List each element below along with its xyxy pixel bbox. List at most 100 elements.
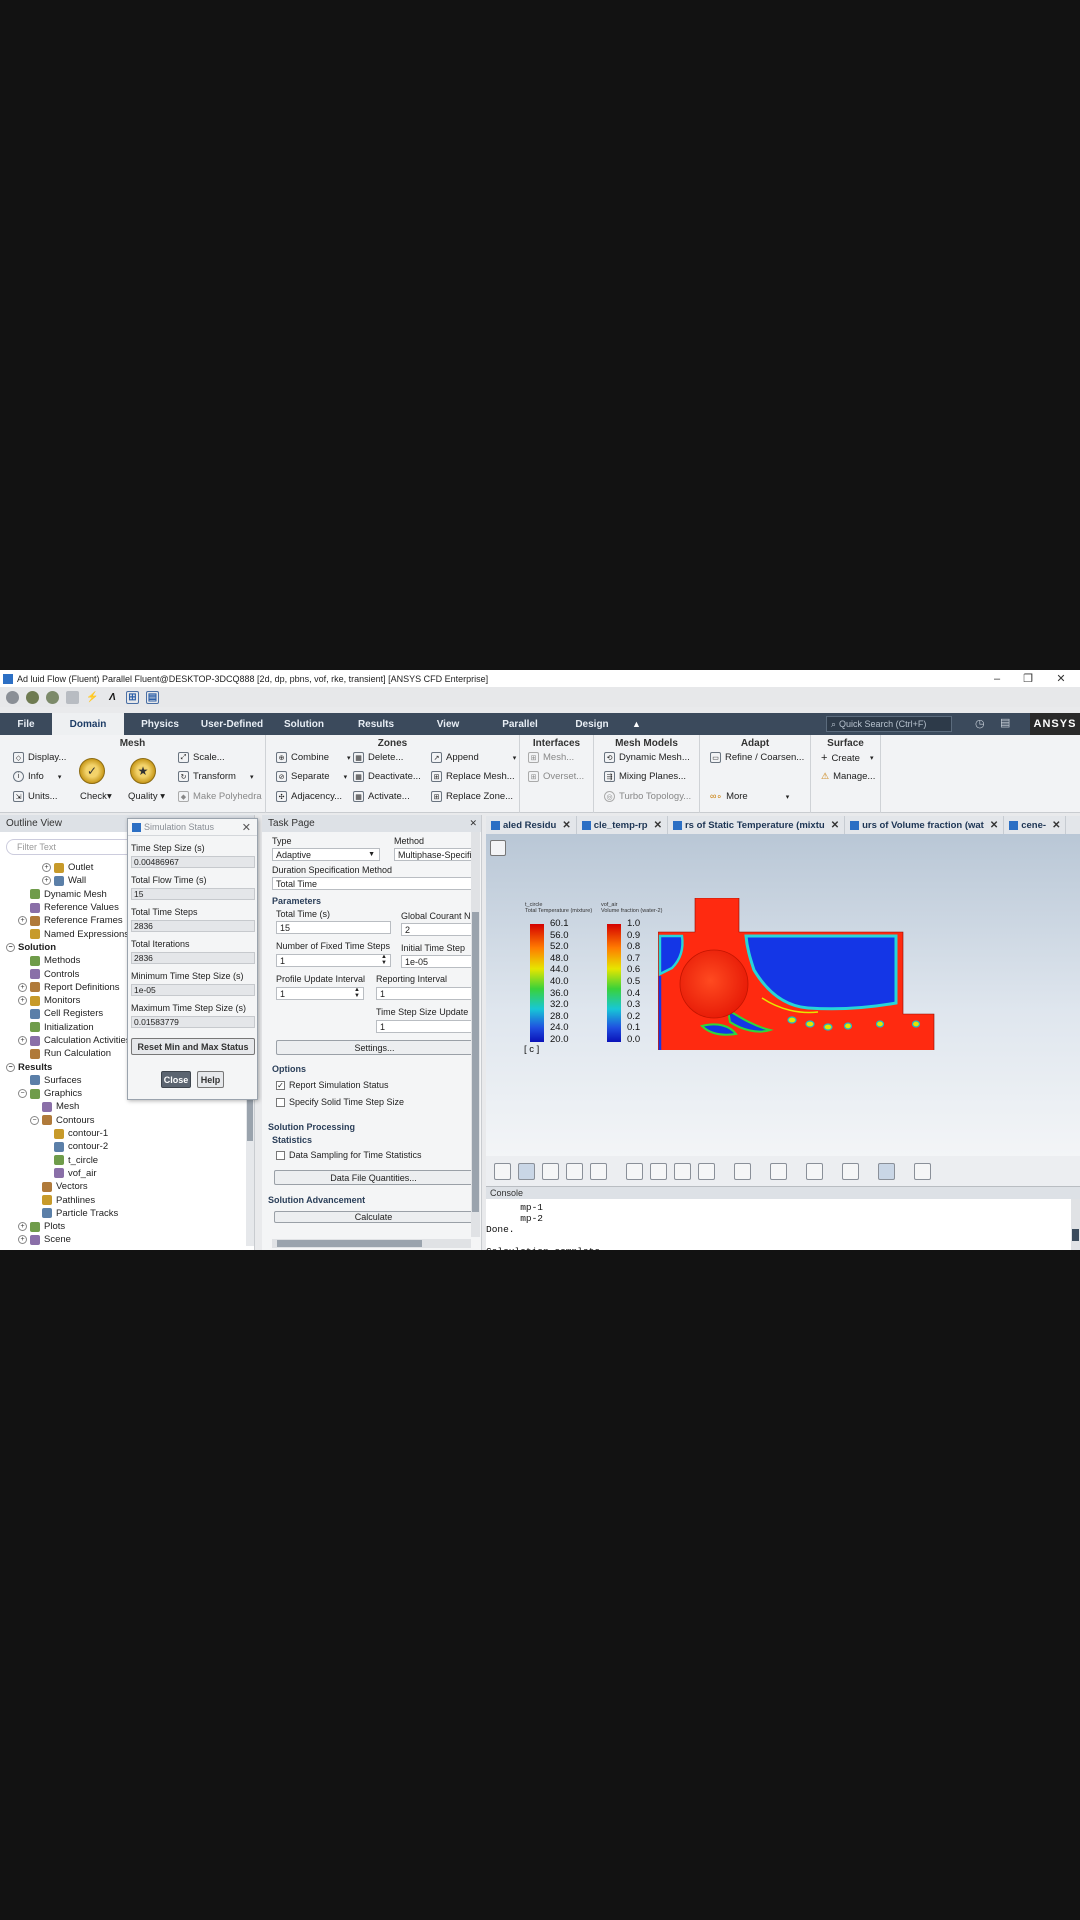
tree-item[interactable]: Pathlines xyxy=(0,1193,245,1206)
close-tab-icon[interactable]: ✕ xyxy=(831,820,839,831)
dynamic-mesh-button[interactable]: ⟲ Dynamic Mesh... xyxy=(604,752,690,763)
quality-button[interactable]: Quality ▾ xyxy=(128,791,165,802)
tab-domain[interactable]: Domain xyxy=(52,713,124,735)
expand-icon[interactable]: + xyxy=(18,1036,27,1045)
quick-search-input[interactable]: ⌕ Quick Search (Ctrl+F) xyxy=(826,716,952,732)
task-scroll-thumb[interactable] xyxy=(472,912,479,1212)
transform-button[interactable]: ↻ Transform ▾ xyxy=(178,771,253,782)
help-button[interactable]: Help xyxy=(197,1071,224,1088)
tab-user-defined[interactable]: User-Defined xyxy=(196,713,268,735)
close-tab-icon[interactable]: ✕ xyxy=(1052,820,1060,831)
write-data-icon[interactable] xyxy=(66,690,79,704)
tab-design[interactable]: Design xyxy=(556,713,628,735)
collapse-icon[interactable]: − xyxy=(6,1062,15,1072)
graphics-tab[interactable]: cle_temp-rp ✕ xyxy=(577,816,668,834)
reporting-interval-input[interactable]: 1 xyxy=(376,987,473,1000)
expand-icon[interactable]: + xyxy=(42,863,51,873)
adjacency-button[interactable]: ✣ Adjacency... xyxy=(276,791,342,802)
collapse-icon[interactable]: − xyxy=(6,942,15,952)
console-panel[interactable]: Console mp-1 mp-2 Done. Calculation comp… xyxy=(486,1186,1080,1250)
task-hscroll-thumb[interactable] xyxy=(277,1240,422,1247)
overset-button[interactable]: ⊞ Overset... xyxy=(528,771,584,782)
restore-button[interactable]: ❐ xyxy=(1013,670,1043,687)
layout-options-icon[interactable]: ▤ xyxy=(146,690,159,704)
tab-view[interactable]: View xyxy=(412,713,484,735)
console-output[interactable]: mp-1 mp-2 Done. Calculation complete. xyxy=(486,1199,1080,1250)
zoom-out-icon[interactable] xyxy=(650,1163,667,1180)
console-scroll-thumb[interactable] xyxy=(1072,1229,1079,1241)
task-page-close-icon[interactable]: ✕ xyxy=(469,818,477,829)
pan-icon[interactable] xyxy=(518,1163,535,1180)
settings-list-icon[interactable]: ▤ xyxy=(1000,716,1010,729)
adapt-more-button[interactable]: ∞∘ More ▾ xyxy=(710,791,789,802)
dialog-close-icon[interactable]: ✕ xyxy=(242,821,251,834)
solid-time-step-checkbox[interactable]: Specify Solid Time Step Size xyxy=(276,1097,404,1107)
info-button[interactable]: i Info ▾ xyxy=(13,771,61,782)
collapse-icon[interactable]: − xyxy=(30,1115,39,1125)
global-courant-input[interactable]: 2 xyxy=(401,923,473,936)
tab-results[interactable]: Results xyxy=(340,713,412,735)
initial-time-step-input[interactable]: 1e-05 xyxy=(401,955,473,968)
type-dropdown[interactable]: Adaptive ▼ xyxy=(272,848,380,861)
expand-icon[interactable]: + xyxy=(18,1222,27,1232)
deactivate-button[interactable]: ▦ Deactivate... xyxy=(353,771,421,782)
ruler-icon[interactable] xyxy=(734,1163,751,1180)
data-file-quantities-button[interactable]: Data File Quantities... xyxy=(274,1170,473,1185)
console-scrollbar[interactable] xyxy=(1071,1199,1080,1250)
tree-item[interactable]: − Contours xyxy=(0,1114,245,1127)
layout-grid-icon[interactable]: ⊞ xyxy=(126,690,139,704)
collapse-ribbon-icon[interactable]: ▲ xyxy=(632,713,641,735)
combine-button[interactable]: ⊕ Combine ▾ xyxy=(276,752,351,763)
check-button[interactable]: Check▾ xyxy=(80,791,112,802)
turbo-topology-button[interactable]: ◎ Turbo Topology... xyxy=(604,791,691,802)
probe-icon[interactable] xyxy=(698,1163,715,1180)
zoom-in-icon[interactable] xyxy=(590,1163,607,1180)
quality-icon[interactable]: ★ xyxy=(130,758,156,784)
interfaces-mesh-button[interactable]: ⊞ Mesh... xyxy=(528,752,574,763)
ansys-logo-icon[interactable]: Λ xyxy=(106,691,119,704)
time-step-update-input[interactable]: 1 xyxy=(376,1020,473,1033)
duration-method-dropdown[interactable]: Total Time xyxy=(272,877,472,890)
task-page-scrollbar[interactable] xyxy=(471,832,480,1237)
close-window-button[interactable]: ✕ xyxy=(1046,670,1076,687)
tab-parallel[interactable]: Parallel xyxy=(484,713,556,735)
layout-icon[interactable] xyxy=(842,1163,859,1180)
close-tab-icon[interactable]: ✕ xyxy=(562,820,570,831)
zoom-region-icon[interactable] xyxy=(626,1163,643,1180)
close-tab-icon[interactable]: ✕ xyxy=(654,820,662,831)
graphics-tab[interactable]: cene- ✕ xyxy=(1004,816,1067,834)
zoom-box-icon[interactable] xyxy=(566,1163,583,1180)
report-status-checkbox[interactable]: ✓ Report Simulation Status xyxy=(276,1080,389,1090)
stepper-arrows-icon[interactable]: ▲ ▼ xyxy=(381,955,387,966)
close-tab-icon[interactable]: ✕ xyxy=(990,820,998,831)
tree-item[interactable]: Particle Tracks xyxy=(0,1207,245,1220)
calculate-button[interactable]: Calculate xyxy=(274,1211,473,1223)
replace-zone-button[interactable]: ⊞ Replace Zone... xyxy=(431,791,513,802)
method-dropdown[interactable]: Multiphase-Specific xyxy=(394,848,474,861)
view-cube-icon[interactable] xyxy=(806,1163,823,1180)
open-case-icon[interactable] xyxy=(6,690,19,704)
tab-physics[interactable]: Physics xyxy=(124,713,196,735)
tree-item[interactable]: + Plots xyxy=(0,1220,245,1233)
tree-item[interactable]: contour-2 xyxy=(0,1140,245,1153)
expand-icon[interactable]: + xyxy=(18,1235,27,1245)
transparency-icon[interactable] xyxy=(770,1163,787,1180)
tree-item[interactable]: contour-1 xyxy=(0,1127,245,1140)
surface-manage-button[interactable]: ⚠ Manage... xyxy=(821,771,875,782)
collapse-icon[interactable]: − xyxy=(18,1089,27,1099)
total-time-input[interactable]: 15 xyxy=(276,921,391,934)
graphics-tab[interactable]: rs of Static Temperature (mixtu ✕ xyxy=(668,816,846,834)
tab-file[interactable]: File xyxy=(0,713,52,735)
check-icon[interactable]: ✓ xyxy=(79,758,105,784)
tree-item[interactable]: + Scene xyxy=(0,1233,245,1246)
separate-button[interactable]: ⊘ Separate ▾ xyxy=(276,771,347,782)
task-page-hscrollbar[interactable] xyxy=(272,1239,471,1248)
expand-icon[interactable]: + xyxy=(18,982,27,992)
fit-view-icon[interactable] xyxy=(674,1163,691,1180)
graphics-sidebar-toggle[interactable] xyxy=(490,840,506,856)
mixing-planes-button[interactable]: ⇶ Mixing Planes... xyxy=(604,771,686,782)
display-button[interactable]: ◇ Display... xyxy=(13,752,66,763)
reset-min-max-button[interactable]: Reset Min and Max Status xyxy=(131,1038,255,1055)
tree-item[interactable]: Vectors xyxy=(0,1180,245,1193)
read-data-icon[interactable] xyxy=(26,690,39,704)
